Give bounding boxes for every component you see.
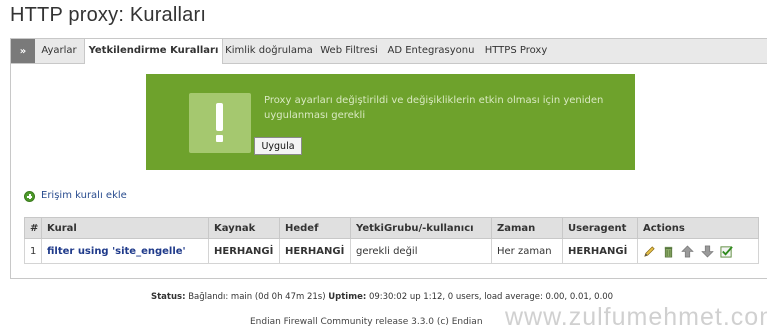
row-rule: filter using 'site_engelle' [41, 238, 209, 264]
rules-table: # Kural Kaynak Hedef YetkiGrubu/-kullanı… [24, 217, 759, 264]
col-header-num: # [24, 217, 42, 239]
tab-https-proxy[interactable]: HTTPS Proxy [481, 39, 551, 63]
table-row: 1 filter using 'site_engelle' HERHANGİ H… [24, 238, 759, 264]
row-auth-group: gerekli değil [350, 238, 492, 264]
row-time: Her zaman [491, 238, 563, 264]
col-header-actions: Actions [637, 217, 759, 239]
move-down-icon[interactable] [700, 245, 714, 258]
tab-web-filtresi[interactable]: Web Filtresi [317, 39, 381, 63]
move-up-icon[interactable] [681, 245, 695, 258]
enabled-checkbox-icon[interactable] [720, 245, 733, 258]
add-rule-label[interactable]: Erişim kuralı ekle [41, 190, 127, 201]
row-actions [637, 238, 759, 264]
tab-ayarlar[interactable]: Ayarlar [36, 39, 82, 63]
status-label: Status: [151, 292, 186, 302]
status-line: Status: Bağlandı: main (0d 0h 47m 21s) U… [151, 292, 613, 302]
watermark: www.zulfumehmet.com [505, 303, 767, 331]
uptime-value: 09:30:02 up 1:12, 0 users, load average:… [368, 292, 614, 302]
col-header-auth-group: YetkiGrubu/-kullanıcı [350, 217, 492, 239]
tab-ad-entegrasyonu[interactable]: AD Entegrasyonu [385, 39, 477, 63]
tab-bar: » Ayarlar Yetkilendirme Kuralları Kimlik… [11, 39, 767, 64]
status-connection: Bağlandı: main (0d 0h 47m 21s) [188, 292, 326, 302]
col-header-source: Kaynak [208, 217, 280, 239]
page-title: HTTP proxy: Kuralları [10, 4, 207, 26]
uptime-label: Uptime: [328, 292, 367, 302]
tab-toggle-button[interactable]: » [11, 39, 35, 63]
exclamation-icon [189, 93, 251, 153]
row-source: HERHANGİ [208, 238, 280, 264]
tab-kimlik-dogrulama[interactable]: Kimlik doğrulama [224, 39, 314, 63]
add-icon [24, 191, 35, 202]
col-header-time: Zaman [491, 217, 563, 239]
notice-message: Proxy ayarları değiştirildi ve değişikli… [264, 95, 604, 121]
col-header-destination: Hedef [279, 217, 351, 239]
apply-changes-notice: Proxy ayarları değiştirildi ve değişikli… [146, 74, 635, 170]
col-header-useragent: Useragent [562, 217, 638, 239]
delete-icon[interactable] [662, 245, 675, 258]
row-useragent: HERHANGİ [562, 238, 638, 264]
edit-icon[interactable] [643, 245, 656, 258]
footer: Endian Firewall Community release 3.3.0 … [250, 317, 483, 327]
col-header-rule: Kural [41, 217, 209, 239]
apply-button[interactable]: Uygula [254, 137, 302, 155]
row-destination: HERHANGİ [279, 238, 351, 264]
proxy-rules-panel: » Ayarlar Yetkilendirme Kuralları Kimlik… [10, 38, 767, 279]
tab-yetkilendirme-kurallari[interactable]: Yetkilendirme Kuralları [84, 39, 223, 64]
row-num: 1 [24, 238, 42, 264]
table-header-row: # Kural Kaynak Hedef YetkiGrubu/-kullanı… [24, 217, 759, 239]
